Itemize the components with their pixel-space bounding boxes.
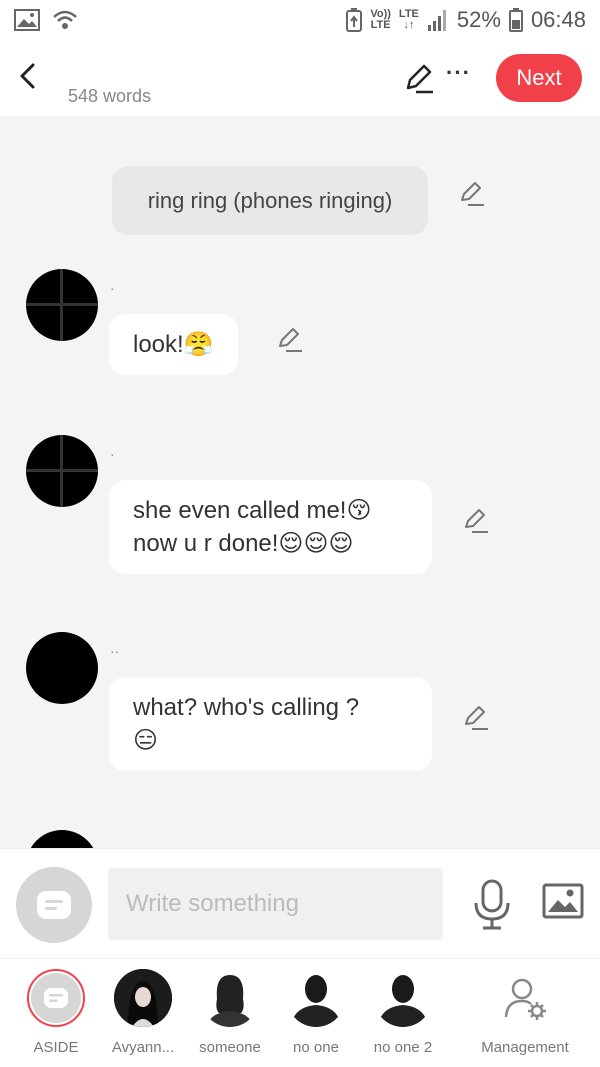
character-label: no one <box>293 1039 339 1056</box>
character-management[interactable]: Management <box>475 969 575 1056</box>
signal-icon <box>427 10 446 31</box>
male-silhouette-icon <box>378 975 428 1027</box>
character-bar: ASIDE Avyann... someone no one no one 2 … <box>0 958 600 1067</box>
manage-characters-avatar <box>496 969 554 1027</box>
character-label: Avyann... <box>111 1039 175 1056</box>
avatar <box>374 969 432 1027</box>
speaker-name: · <box>110 446 115 462</box>
aside-avatar <box>27 969 85 1027</box>
more-options-button[interactable]: ··· <box>446 60 471 86</box>
female-silhouette-icon <box>207 975 253 1027</box>
character-aside[interactable]: ASIDE <box>6 969 106 1056</box>
aside-icon <box>44 988 68 1008</box>
lte-sub-label: LTE <box>370 19 391 31</box>
story-chat-area[interactable]: ring ring (phones ringing) · look!😤 · sh… <box>0 116 600 848</box>
edit-message-icon[interactable] <box>462 704 490 732</box>
back-button[interactable] <box>10 58 46 94</box>
battery-saver-icon <box>346 8 363 32</box>
message-input[interactable] <box>108 868 443 940</box>
avatar[interactable] <box>26 435 98 507</box>
clock: 06:48 <box>530 7 586 32</box>
edit-story-button[interactable] <box>402 62 436 96</box>
narration-bubble[interactable]: ring ring (phones ringing) <box>112 166 428 235</box>
message-bubble[interactable]: what? who's calling ? 😑 <box>109 677 432 771</box>
avatar[interactable] <box>26 632 98 704</box>
portrait-icon <box>114 969 172 1027</box>
edit-message-icon[interactable] <box>462 507 490 535</box>
character-label: someone <box>199 1039 261 1056</box>
user-settings-icon <box>504 978 546 1020</box>
character-someone[interactable]: someone <box>180 969 280 1056</box>
message-bubble[interactable]: she even called me!😚 now u r done!😌😌😌 <box>109 480 432 574</box>
editor-header: 548 words ··· Next <box>0 40 600 116</box>
microphone-icon[interactable] <box>472 879 512 931</box>
avatar[interactable] <box>26 269 98 341</box>
avatar <box>114 969 172 1027</box>
status-bar: Vo)) LTE LTE ↓↑ 52% 06:48 <box>0 0 600 40</box>
male-silhouette-icon <box>291 975 341 1027</box>
gallery-icon <box>14 9 40 31</box>
edit-message-icon[interactable] <box>276 326 304 354</box>
character-label: no one 2 <box>373 1039 433 1056</box>
word-count: 548 words <box>68 86 152 106</box>
aside-toggle-button[interactable] <box>16 867 92 943</box>
avatar <box>287 969 345 1027</box>
character-label: Management <box>481 1039 569 1056</box>
message-bubble[interactable]: look!😤 <box>109 314 238 375</box>
character-no-one[interactable]: no one <box>266 969 366 1056</box>
character-avyann[interactable]: Avyann... <box>93 969 193 1056</box>
chevron-left-icon <box>20 63 35 89</box>
avatar <box>201 969 259 1027</box>
data-arrows-icon: ↓↑ <box>403 19 415 31</box>
volte-indicator: Vo)) LTE <box>370 9 391 31</box>
aside-icon <box>37 891 71 919</box>
battery-icon <box>508 8 523 32</box>
speaker-name: ·· <box>110 643 120 659</box>
pen-icon <box>406 64 433 94</box>
next-button[interactable]: Next <box>496 54 582 102</box>
character-no-one-2[interactable]: no one 2 <box>353 969 453 1056</box>
avatar[interactable] <box>26 830 98 848</box>
character-label: ASIDE <box>33 1039 79 1056</box>
compose-bar <box>0 848 600 958</box>
speaker-name: · <box>110 280 115 296</box>
wifi-icon <box>53 10 77 29</box>
battery-percent: 52% <box>456 7 501 32</box>
image-icon[interactable] <box>542 883 584 919</box>
edit-narration-icon[interactable] <box>458 180 486 208</box>
lte-indicator: LTE ↓↑ <box>399 9 419 31</box>
